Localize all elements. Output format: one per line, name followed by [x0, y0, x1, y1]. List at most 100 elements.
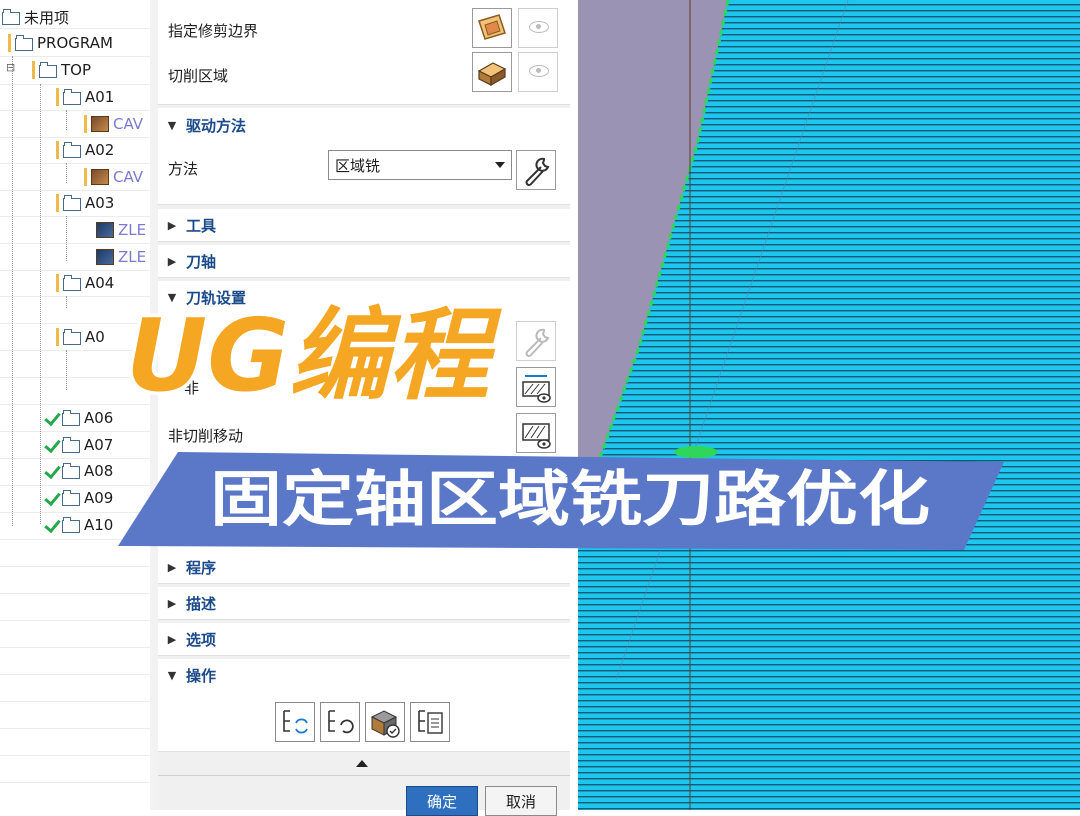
cavity-mill-icon: [91, 169, 109, 185]
tree-connector: [66, 350, 67, 390]
status-bar-icon: [84, 168, 87, 186]
subtitle-text: 固定轴区域铣刀路优化: [210, 465, 930, 535]
tree-node-top[interactable]: ⊟ TOP: [6, 57, 92, 83]
section-title: 描述: [186, 594, 217, 613]
cut-area-button[interactable]: [472, 52, 512, 92]
tree-node-label: A03: [85, 194, 115, 212]
tree-node-a04[interactable]: A04: [34, 270, 114, 296]
folder-icon: [15, 35, 33, 51]
status-bar-icon: [56, 194, 59, 212]
tree-connector: [12, 56, 13, 526]
tree-node-zle-1[interactable]: ZLE: [96, 217, 146, 243]
tree-node-label: CAV: [113, 168, 144, 186]
tree-node-a10[interactable]: A10: [44, 512, 113, 538]
method-select[interactable]: 区域铣: [328, 150, 512, 180]
verify-button[interactable]: [365, 702, 405, 742]
actions-section: ▼ 操作: [158, 659, 570, 752]
tree-node-a01[interactable]: A01: [34, 84, 114, 110]
eye-icon: [529, 21, 549, 33]
trim-boundary-button[interactable]: [472, 8, 512, 48]
tree-node-label: A06: [84, 409, 114, 427]
tree-node-label: ZLE: [118, 248, 147, 266]
status-bar-icon: [56, 141, 59, 159]
folder-icon: [2, 9, 20, 25]
tree-node-label: A02: [85, 141, 115, 159]
folder-icon: [63, 89, 81, 105]
chevron-down-icon: [495, 162, 505, 168]
section-title: 驱动方法: [186, 116, 247, 135]
non-cut-moves-button[interactable]: [516, 413, 556, 453]
generate-icon: [283, 710, 308, 734]
description-header[interactable]: ▶ 描述: [158, 588, 570, 618]
tree-node-label: TOP: [61, 61, 92, 79]
boundary-select-icon: [478, 14, 506, 40]
folder-icon: [39, 62, 57, 78]
tree-node-a07[interactable]: A07: [44, 432, 113, 458]
expand-down-icon: ▼: [167, 118, 177, 132]
tree-node-a02[interactable]: A02: [34, 137, 114, 163]
edit-drive-method-button[interactable]: [516, 150, 556, 190]
status-bar-icon: [56, 274, 59, 292]
section-title: 刀轴: [186, 252, 217, 271]
list-button[interactable]: [410, 702, 450, 742]
tree-node-cav-2[interactable]: CAV: [84, 164, 143, 190]
tree-node-a03[interactable]: A03: [34, 190, 114, 216]
collapse-icon[interactable]: ⊟: [6, 61, 15, 74]
expand-down-icon: ▼: [167, 668, 177, 682]
replay-button[interactable]: [320, 702, 360, 742]
options-header[interactable]: ▶ 选项: [158, 624, 570, 654]
tree-node-label: A07: [84, 436, 114, 454]
list-icon: [418, 710, 443, 734]
cut-area-icon: [477, 62, 507, 87]
folder-icon: [63, 329, 81, 345]
actions-header[interactable]: ▼ 操作: [158, 660, 570, 690]
tool-axis-section: ▶ 刀轴: [158, 245, 570, 278]
non-cut-moves-label: 非切削移动: [168, 427, 244, 445]
method-label: 方法: [168, 160, 199, 178]
folder-icon: [63, 275, 81, 291]
tree-node-program[interactable]: PROGRAM: [8, 30, 113, 56]
section-title: 工具: [186, 216, 217, 235]
tree-connector: [66, 296, 67, 308]
checkmark-icon: [44, 490, 62, 506]
checkmark-icon: [44, 410, 62, 426]
tree-node-cav-1[interactable]: CAV: [84, 111, 143, 137]
method-select-value: 区域铣: [335, 156, 381, 175]
tree-node-unused[interactable]: 未用项: [2, 4, 69, 30]
tree-node-label: A09: [84, 489, 114, 507]
title-banner: UG编程: [118, 290, 538, 418]
collapse-up-icon[interactable]: [356, 760, 368, 767]
drive-method-header[interactable]: ▼ 驱动方法: [158, 110, 570, 140]
cut-area-label: 切削区域: [168, 67, 229, 85]
tree-node-label: ZLE: [118, 221, 147, 239]
tree-node-a05[interactable]: A0: [34, 324, 105, 350]
generate-button[interactable]: [275, 702, 315, 742]
tree-node-label: A10: [84, 516, 114, 534]
ok-button[interactable]: 确定: [406, 786, 478, 816]
folder-icon: [62, 410, 80, 426]
cancel-button[interactable]: 取消: [485, 786, 557, 816]
checkmark-icon: [44, 517, 62, 533]
expand-right-icon: ▶: [167, 218, 177, 232]
trim-boundary-display-button[interactable]: [518, 8, 558, 48]
tree-node-label: 未用项: [24, 8, 70, 27]
toolpath-render: [578, 0, 1080, 810]
geometry-section: 指定修剪边界 切削区域: [158, 0, 570, 105]
expand-right-icon: ▶: [167, 254, 177, 268]
tree-node-a08[interactable]: A08: [44, 458, 113, 484]
tool-header[interactable]: ▶ 工具: [158, 210, 570, 240]
tree-node-label: PROGRAM: [37, 34, 113, 52]
tree-node-a09[interactable]: A09: [44, 485, 113, 511]
cut-area-display-button[interactable]: [518, 52, 558, 92]
tool-section: ▶ 工具: [158, 209, 570, 242]
program-header[interactable]: ▶ 程序: [158, 552, 570, 582]
tree-node-zle-2[interactable]: ZLE: [96, 244, 146, 270]
tool-axis-header[interactable]: ▶ 刀轴: [158, 246, 570, 276]
graphics-viewport[interactable]: [578, 0, 1080, 810]
folder-icon: [62, 490, 80, 506]
tree-node-label: A04: [85, 274, 115, 292]
folder-icon: [62, 517, 80, 533]
dialog-footer-divider: [158, 775, 570, 776]
tree-node-a06[interactable]: A06: [44, 405, 113, 431]
expand-right-icon: ▶: [167, 596, 177, 610]
